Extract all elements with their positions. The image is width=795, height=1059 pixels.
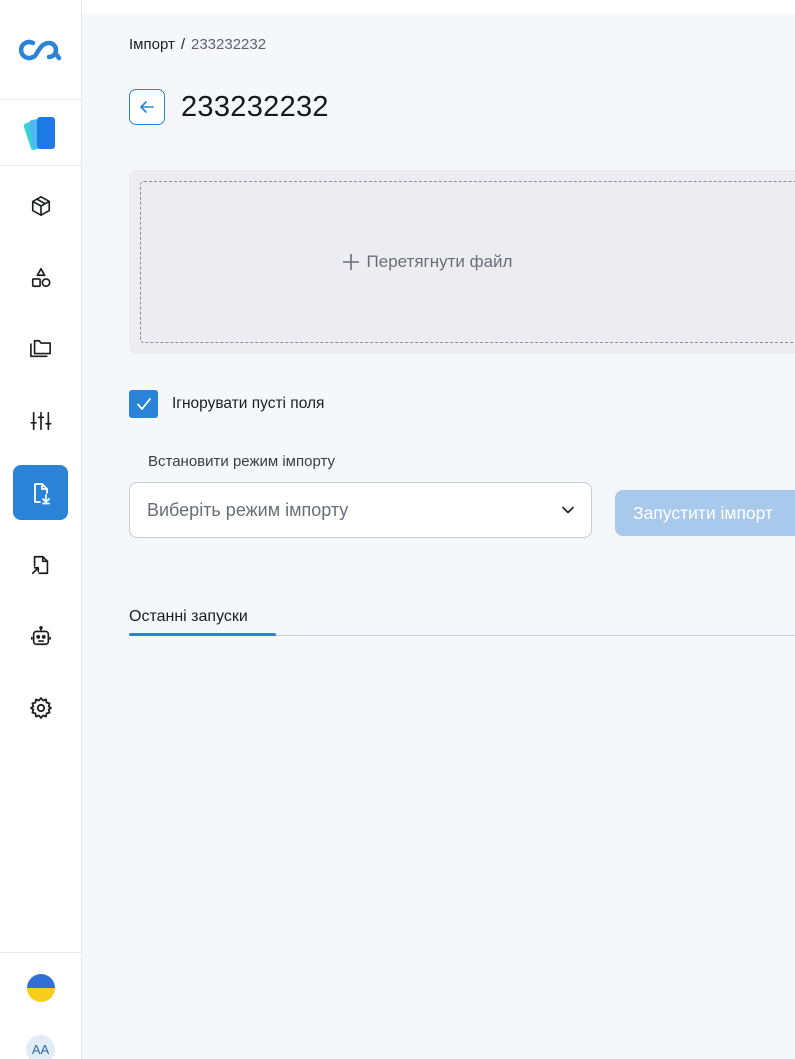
sidebar-item-export[interactable] [13, 537, 68, 592]
folders-icon [29, 339, 51, 357]
app-switcher[interactable] [0, 100, 81, 166]
sliders-icon [30, 411, 51, 430]
file-dropzone[interactable]: Перетягнути файл [140, 181, 795, 343]
tab-recent-runs[interactable]: Останні запуски [129, 608, 248, 626]
page-title: 233232232 [181, 91, 329, 123]
logo[interactable] [0, 0, 81, 100]
file-export-icon [31, 555, 48, 574]
dropzone-label: Перетягнути файл [366, 252, 513, 271]
shapes-icon [31, 267, 51, 287]
sidebar-item-collections[interactable] [13, 321, 68, 376]
cube-icon [31, 195, 50, 216]
breadcrumb-separator: / [180, 36, 185, 53]
sidebar-item-settings[interactable] [13, 680, 68, 735]
plus-icon [342, 254, 359, 270]
ignore-empty-label: Ігнорувати пусті поля [172, 395, 325, 412]
sidebar-item-categories[interactable] [13, 250, 68, 305]
breadcrumb: Імпорт / 233232232 [129, 36, 266, 53]
robot-icon [30, 625, 51, 645]
infinity-logo-icon [18, 39, 61, 60]
sidebar: AA [0, 0, 82, 1059]
import-mode-label: Встановити режим імпорту [148, 453, 336, 470]
sidebar-item-attributes[interactable] [13, 393, 68, 448]
sidebar-divider [0, 952, 81, 953]
back-button[interactable] [129, 89, 165, 125]
import-mode-placeholder: Виберіть режим імпорту [147, 499, 349, 520]
file-dropzone-container: Перетягнути файл [129, 170, 795, 354]
sidebar-item-automation[interactable] [13, 608, 68, 663]
import-mode-select[interactable]: Виберіть режим імпорту [129, 482, 592, 538]
checkmark-icon [136, 398, 151, 410]
cards-app-icon [23, 116, 55, 150]
gear-icon [29, 696, 52, 719]
active-tab-indicator [129, 633, 276, 636]
breadcrumb-parent[interactable]: Імпорт [129, 36, 175, 53]
file-import-icon [33, 482, 50, 504]
sidebar-item-products[interactable] [13, 178, 68, 233]
breadcrumb-current: 233232232 [191, 36, 267, 53]
avatar[interactable]: AA [26, 1035, 55, 1059]
run-import-button[interactable]: Запустити імпорт [615, 490, 795, 536]
sidebar-item-import[interactable] [13, 465, 68, 520]
arrow-left-icon [140, 101, 154, 113]
ignore-empty-checkbox[interactable] [129, 390, 158, 418]
ukraine-flag-icon[interactable] [27, 974, 55, 1002]
chevron-down-icon [562, 506, 574, 514]
